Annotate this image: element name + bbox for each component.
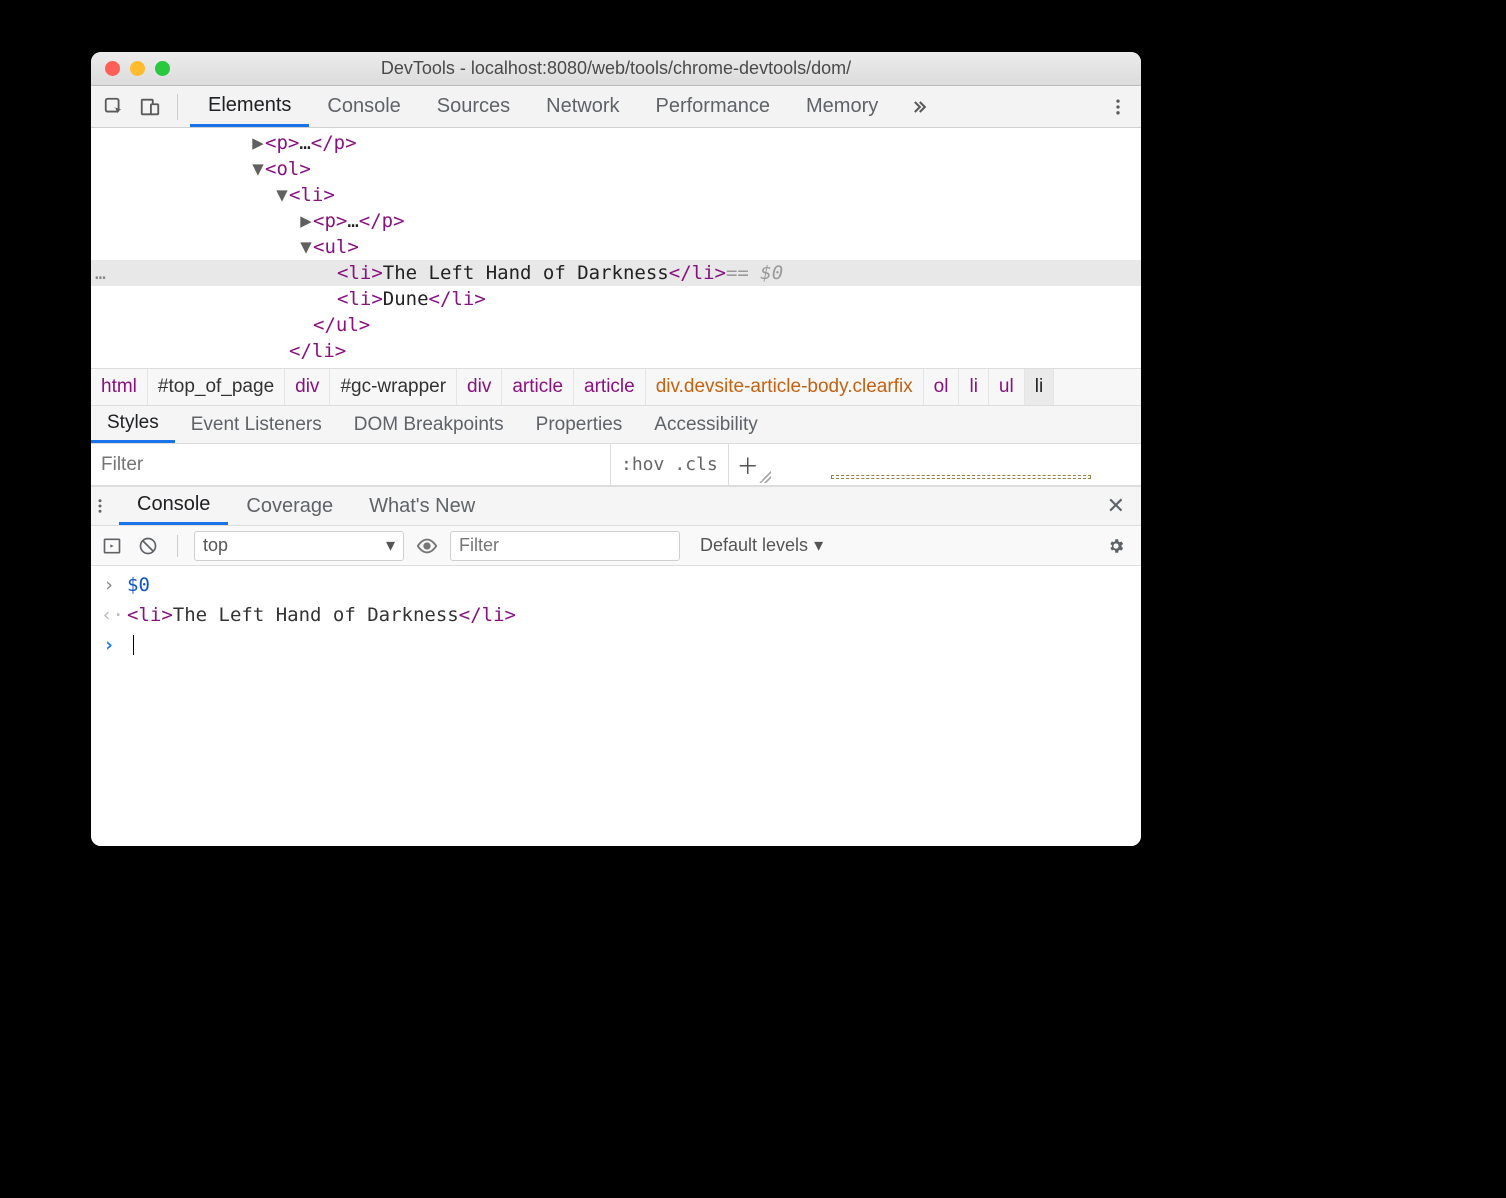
crumb-div[interactable]: div [285, 369, 330, 405]
console-toolbar: top ▾ Default levels ▾ [91, 526, 1141, 566]
box-model-preview [781, 444, 1141, 485]
log-levels-select[interactable]: Default levels ▾ [700, 535, 823, 556]
inspect-element-icon[interactable] [99, 93, 129, 121]
crumb-devsite-article-body[interactable]: div.devsite-article-body.clearfix [646, 369, 924, 405]
console-sidebar-toggle-icon[interactable] [99, 533, 125, 559]
chevron-down-icon: ▾ [386, 535, 395, 556]
tree-node-li[interactable]: ▼ <li> [91, 182, 1141, 208]
settings-kebab-icon[interactable] [1103, 93, 1133, 121]
console-prompt[interactable]: › [91, 630, 1141, 660]
main-toolbar: Elements Console Sources Network Perform… [91, 86, 1141, 128]
new-style-rule-button[interactable]: ＋ [729, 444, 781, 485]
console-filter-input[interactable] [450, 531, 680, 561]
text-cursor [133, 635, 134, 655]
return-arrow-icon: ‹· [101, 604, 117, 626]
context-value: top [203, 535, 228, 556]
collapse-arrow-icon[interactable]: ▼ [299, 236, 313, 258]
window-title: DevTools - localhost:8080/web/tools/chro… [91, 58, 1141, 79]
tab-elements[interactable]: Elements [190, 86, 309, 127]
drawer-tab-coverage[interactable]: Coverage [228, 487, 351, 525]
crumb-li-current[interactable]: li [1025, 369, 1054, 405]
drawer-tab-console[interactable]: Console [119, 487, 228, 525]
tab-sources[interactable]: Sources [419, 86, 528, 127]
subtab-styles[interactable]: Styles [91, 406, 175, 443]
log-levels-label: Default levels [700, 535, 808, 556]
tree-node-selected-li[interactable]: <li>The Left Hand of Darkness</li> == $0 [91, 260, 1141, 286]
zoom-window-button[interactable] [155, 61, 170, 76]
chevron-right-icon: › [101, 574, 117, 596]
tree-node-ol[interactable]: ▼ <ol> [91, 156, 1141, 182]
collapse-arrow-icon[interactable]: ▼ [251, 158, 265, 180]
minimize-window-button[interactable] [130, 61, 145, 76]
styles-filter-input[interactable] [91, 444, 611, 485]
hov-toggle[interactable]: :hov [621, 454, 664, 475]
tab-memory[interactable]: Memory [788, 86, 896, 127]
tree-node-ul-close[interactable]: </ul> [91, 312, 1141, 338]
collapse-arrow-icon[interactable]: ▼ [275, 184, 289, 206]
clear-console-icon[interactable] [135, 533, 161, 559]
tree-node-ul[interactable]: ▼ <ul> [91, 234, 1141, 260]
styles-subtabs: Styles Event Listeners DOM Breakpoints P… [91, 406, 1141, 444]
expand-arrow-icon[interactable]: ▶ [299, 210, 313, 232]
subtab-properties[interactable]: Properties [520, 406, 639, 443]
expand-arrow-icon[interactable]: ▶ [251, 132, 265, 154]
divider [177, 535, 178, 557]
tab-network[interactable]: Network [528, 86, 637, 127]
console-input-value: $0 [127, 574, 150, 596]
console-line-return[interactable]: ‹· <li>The Left Hand of Darkness</li> [91, 600, 1141, 630]
close-window-button[interactable] [105, 61, 120, 76]
subtab-dom-breakpoints[interactable]: DOM Breakpoints [338, 406, 520, 443]
subtab-event-listeners[interactable]: Event Listeners [175, 406, 338, 443]
more-tabs-icon[interactable] [904, 93, 934, 121]
main-tabs: Elements Console Sources Network Perform… [190, 86, 934, 127]
crumb-article[interactable]: article [502, 369, 574, 405]
live-expression-icon[interactable] [414, 533, 440, 559]
drawer-kebab-icon[interactable] [91, 497, 119, 515]
elements-tree[interactable]: ▶ <p>…</p> ▼ <ol> ▼ <li> ▶ <p>…</p> ▼ <u… [91, 128, 1141, 368]
cls-toggle[interactable]: .cls [674, 454, 717, 475]
drawer-tab-whats-new[interactable]: What's New [351, 487, 493, 525]
devtools-window: DevTools - localhost:8080/web/tools/chro… [91, 52, 1141, 846]
crumb-html[interactable]: html [91, 369, 148, 405]
tree-node-li-close[interactable]: </li> [91, 338, 1141, 364]
drawer-tabs: Console Coverage What's New ✕ [91, 486, 1141, 526]
drawer-close-icon[interactable]: ✕ [1091, 493, 1141, 519]
crumb-top-of-page[interactable]: #top_of_page [148, 369, 285, 405]
execution-context-select[interactable]: top ▾ [194, 531, 404, 561]
window-controls [105, 61, 170, 76]
subtab-accessibility[interactable]: Accessibility [638, 406, 773, 443]
margin-dash [831, 475, 1091, 479]
tab-performance[interactable]: Performance [638, 86, 789, 127]
crumb-ol[interactable]: ol [924, 369, 960, 405]
tab-console[interactable]: Console [309, 86, 418, 127]
chevron-down-icon: ▾ [814, 535, 823, 556]
tree-node-p[interactable]: ▶ <p>…</p> [91, 130, 1141, 156]
crumb-ul[interactable]: ul [989, 369, 1025, 405]
resize-corner-icon [759, 471, 771, 483]
chevron-right-icon: › [101, 634, 117, 656]
crumb-gc-wrapper[interactable]: #gc-wrapper [330, 369, 457, 405]
console-output[interactable]: › $0 ‹· <li>The Left Hand of Darkness</l… [91, 566, 1141, 846]
device-toggle-icon[interactable] [135, 93, 165, 121]
breadcrumb: html #top_of_page div #gc-wrapper div ar… [91, 368, 1141, 406]
console-settings-icon[interactable] [1107, 533, 1133, 559]
crumb-li[interactable]: li [959, 369, 988, 405]
styles-filter-row: :hov .cls ＋ [91, 444, 1141, 486]
crumb-article-2[interactable]: article [574, 369, 646, 405]
crumb-div-2[interactable]: div [457, 369, 502, 405]
titlebar: DevTools - localhost:8080/web/tools/chro… [91, 52, 1141, 86]
tree-node-li-dune[interactable]: <li>Dune</li> [91, 286, 1141, 312]
tree-node-p-2[interactable]: ▶ <p>…</p> [91, 208, 1141, 234]
divider [177, 94, 178, 120]
hov-cls-group: :hov .cls [611, 444, 729, 485]
console-return-value: <li>The Left Hand of Darkness</li> [127, 604, 516, 626]
console-line-input[interactable]: › $0 [91, 570, 1141, 600]
